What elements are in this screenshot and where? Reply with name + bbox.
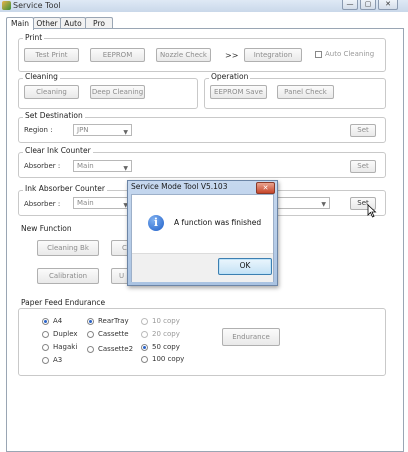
maximize-button[interactable]: ▢ [360, 0, 376, 10]
service-mode-dialog: Service Mode Tool V5.103 ✕ i A function … [127, 180, 278, 286]
arrows-label: >> [225, 51, 239, 60]
clear-absorber-select[interactable]: Main ▼ [73, 160, 132, 172]
radio-cassette2-label: Cassette2 [98, 345, 134, 353]
cleaning-bk-button[interactable]: Cleaning Bk [37, 240, 99, 256]
chevron-down-icon: ▼ [123, 129, 128, 136]
absorber-label: Absorber : [24, 162, 61, 170]
cleaning-group-label: Cleaning [23, 72, 60, 81]
radio-100-copy-label: 100 copy [152, 355, 185, 363]
radio-reartray[interactable] [87, 318, 94, 325]
region-select[interactable]: JPN ▼ [73, 124, 132, 136]
radio-50-copy-label: 50 copy [152, 343, 180, 351]
radio-20-copy-label: 20 copy [152, 330, 180, 338]
window-title: Service Tool [13, 1, 61, 10]
radio-duplex[interactable] [42, 331, 49, 338]
calibration-button[interactable]: Calibration [37, 268, 99, 284]
set-destination-label: Set Destination [23, 111, 85, 120]
chevron-down-icon: ▼ [321, 201, 326, 208]
absorber-label: Absorber : [24, 200, 61, 208]
nozzle-check-button[interactable]: Nozzle Check [156, 48, 211, 62]
info-icon: i [148, 215, 164, 231]
chevron-down-icon: ▼ [123, 165, 128, 172]
paper-feed-label: Paper Feed Endurance [19, 298, 108, 307]
ok-button[interactable]: OK [218, 258, 272, 275]
minimize-button[interactable]: — [342, 0, 358, 10]
radio-20-copy[interactable] [141, 331, 148, 338]
clear-ink-counter-label: Clear Ink Counter [23, 146, 93, 155]
radio-a3[interactable] [42, 357, 49, 364]
radio-a4-label: A4 [53, 317, 63, 325]
test-print-button[interactable]: Test Print [24, 48, 79, 62]
close-window-button[interactable]: ✕ [378, 0, 398, 10]
ink-absorber-select[interactable]: Main ▼ [73, 197, 132, 209]
radio-cassette-label: Cassette [98, 330, 129, 338]
dialog-body: i A function was finished OK [131, 194, 274, 282]
print-group-label: Print [23, 33, 45, 42]
new-function-label: New Function [19, 224, 74, 233]
absorber-value: Main [77, 199, 94, 207]
radio-cassette[interactable] [87, 331, 94, 338]
radio-a4[interactable] [42, 318, 49, 325]
deep-cleaning-button[interactable]: Deep Cleaning [90, 85, 145, 99]
auto-cleaning-label: Auto Cleaning [325, 50, 375, 58]
radio-reartray-label: RearTray [98, 317, 129, 325]
integration-button[interactable]: Integration [244, 48, 302, 62]
ink-absorber-counter-label: Ink Absorber Counter [23, 184, 107, 193]
radio-10-copy[interactable] [141, 318, 148, 325]
app-icon [2, 1, 11, 10]
set-clear-ink-button[interactable]: Set [350, 160, 376, 173]
eeprom-save-button[interactable]: EEPROM Save [210, 85, 267, 99]
radio-10-copy-label: 10 copy [152, 317, 180, 325]
radio-hagaki-label: Hagaki [53, 343, 78, 351]
auto-cleaning-checkbox[interactable] [315, 51, 322, 58]
radio-50-copy[interactable] [141, 344, 148, 351]
dialog-close-button[interactable]: ✕ [256, 182, 275, 194]
cleaning-button[interactable]: Cleaning [24, 85, 79, 99]
eeprom-button[interactable]: EEPROM [90, 48, 145, 62]
radio-hagaki[interactable] [42, 344, 49, 351]
paper-feed-group [18, 308, 386, 376]
radio-duplex-label: Duplex [53, 330, 78, 338]
dialog-title: Service Mode Tool V5.103 [131, 182, 228, 191]
radio-cassette2[interactable] [87, 346, 94, 353]
absorber-value: Main [77, 162, 94, 170]
mouse-cursor-icon [367, 204, 377, 218]
radio-a3-label: A3 [53, 356, 63, 364]
region-label: Region : [24, 126, 53, 134]
panel-check-button[interactable]: Panel Check [277, 85, 334, 99]
set-region-button[interactable]: Set [350, 124, 376, 137]
operation-group-label: Operation [209, 72, 251, 81]
radio-100-copy[interactable] [141, 356, 148, 363]
region-value: JPN [77, 126, 89, 134]
tab-main[interactable]: Main [6, 17, 34, 30]
counter-value-select[interactable]: ▼ [272, 197, 330, 209]
dialog-message: A function was finished [174, 218, 262, 227]
endurance-button[interactable]: Endurance [222, 328, 280, 346]
